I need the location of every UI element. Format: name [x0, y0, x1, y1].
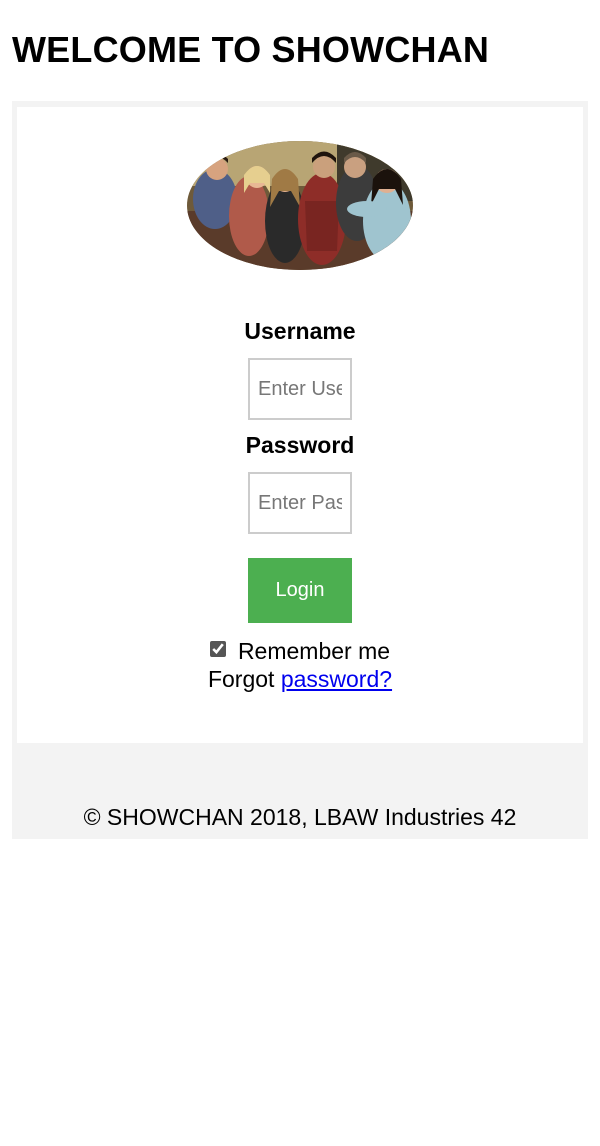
forgot-prefix: Forgot — [207, 666, 275, 692]
login-form: Username Password Login Remember me Forg… — [17, 107, 583, 743]
footer-text: © SHOWCHAN 2018, LBAW Industries 42 — [83, 804, 517, 830]
remember-row: Remember me — [17, 637, 583, 665]
login-panel: Username Password Login Remember me Forg… — [12, 101, 588, 839]
username-input[interactable] — [248, 358, 352, 420]
login-button[interactable]: Login — [248, 558, 352, 623]
username-label: Username — [244, 318, 356, 344]
password-label: Password — [245, 432, 355, 458]
login-page: WELCOME TO SHOWCHAN Username Enter Usern… — [0, 0, 600, 1146]
page-title: WELCOME TO SHOWCHAN — [12, 29, 490, 70]
avatar — [187, 141, 413, 270]
forgot-password-link[interactable]: password? — [281, 666, 392, 692]
remember-label: Remember me — [237, 638, 391, 664]
remember-checkbox[interactable] — [209, 641, 226, 657]
forgot-row: Forgot password? — [17, 665, 583, 693]
password-input[interactable] — [248, 472, 352, 534]
